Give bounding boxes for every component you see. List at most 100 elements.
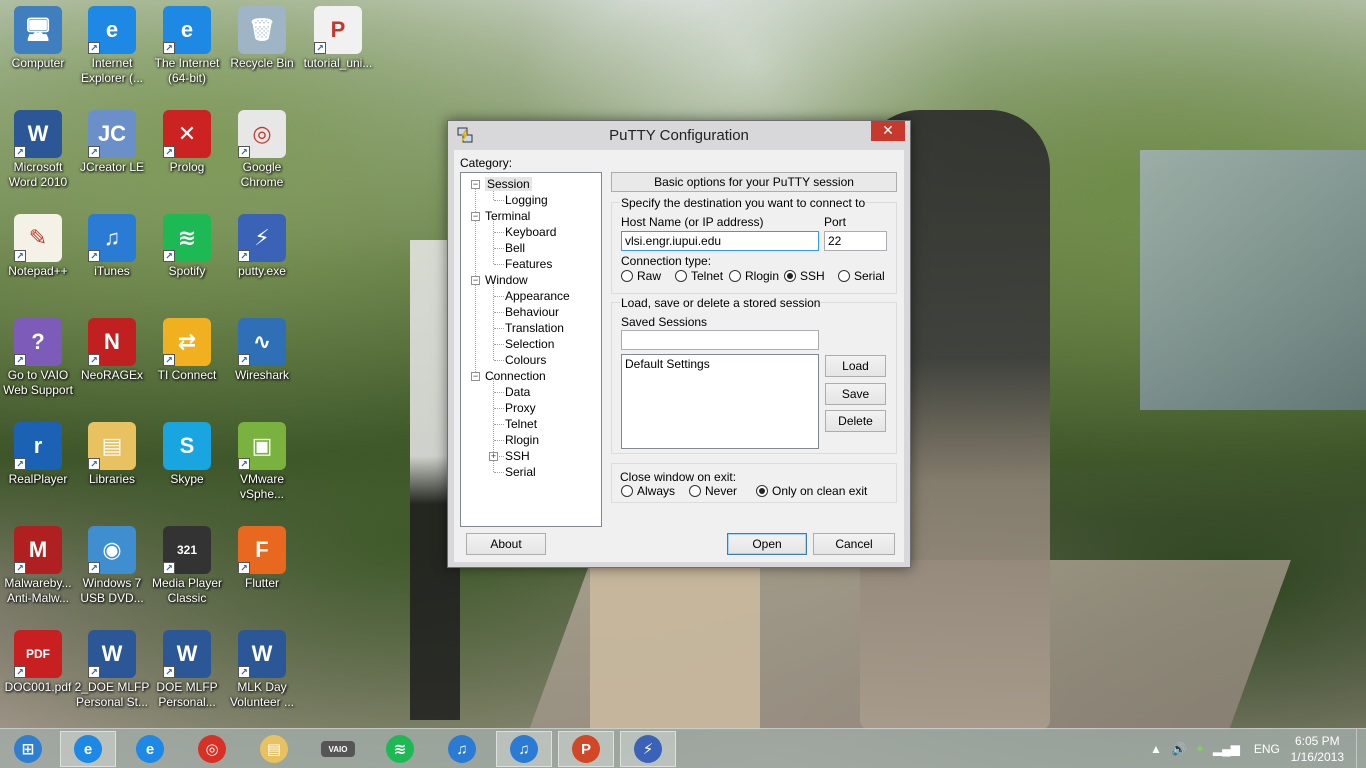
tree-item-features[interactable]: Features — [505, 257, 552, 271]
desktop-icon[interactable]: ✕ ↗ Prolog — [149, 110, 225, 175]
about-button[interactable]: About — [466, 533, 546, 555]
tray-app-icon[interactable]: ✦ — [1195, 742, 1205, 756]
desktop-icon-label: Libraries — [88, 472, 136, 486]
list-item[interactable]: Default Settings — [625, 357, 815, 371]
tree-item-telnet[interactable]: Telnet — [505, 417, 537, 431]
desktop-icon[interactable]: ∿ ↗ Wireshark — [224, 318, 300, 383]
desktop-icon[interactable]: W ↗ DOE MLFP Personal... — [149, 630, 225, 710]
network-icon[interactable]: ▂▄▆ — [1213, 742, 1240, 756]
port-input[interactable]: 22 — [824, 231, 887, 251]
tree-item-translation[interactable]: Translation — [505, 321, 564, 335]
tree-item-keyboard[interactable]: Keyboard — [505, 225, 556, 239]
desktop-icon[interactable]: r ↗ RealPlayer — [0, 422, 76, 487]
taskbar-chrome[interactable]: ◎ — [184, 731, 240, 767]
tray-overflow-icon[interactable]: ▲ — [1150, 742, 1162, 756]
tree-item-behaviour[interactable]: Behaviour — [505, 305, 559, 319]
tree-item-session[interactable]: Session — [485, 177, 532, 191]
taskbar-ie-pinned[interactable]: e — [60, 731, 116, 767]
desktop-icon[interactable]: 🖥 Computer — [0, 6, 76, 71]
save-button[interactable]: Save — [825, 383, 886, 405]
taskbar-powerpoint[interactable]: P — [558, 731, 614, 767]
tree-item-ssh[interactable]: SSH — [505, 449, 530, 463]
saved-sessions-input[interactable] — [621, 330, 819, 350]
volume-icon[interactable]: 🔊 — [1172, 742, 1187, 756]
conn-type-radio-raw[interactable]: Raw — [621, 269, 661, 283]
desktop-icon[interactable]: ≋ ↗ Spotify — [149, 214, 225, 279]
tree-item-selection[interactable]: Selection — [505, 337, 554, 351]
desktop-icon[interactable]: ♫ ↗ iTunes — [74, 214, 150, 279]
close-option-radio-only-on-clean-exit[interactable]: Only on clean exit — [756, 484, 867, 498]
desktop-icon-label: Prolog — [169, 160, 205, 174]
taskbar-explorer[interactable]: ▤ — [246, 731, 302, 767]
collapse-icon[interactable]: − — [471, 276, 480, 285]
tree-item-colours[interactable]: Colours — [505, 353, 546, 367]
taskbar-vaio[interactable]: VAIO — [310, 731, 366, 767]
language-indicator[interactable]: ENG — [1254, 742, 1280, 756]
desktop-icon-label: Wireshark — [234, 368, 289, 382]
shortcut-arrow-icon: ↗ — [163, 42, 175, 54]
desktop-icon[interactable]: 🗑 Recycle Bin — [224, 6, 300, 71]
taskbar-putty[interactable]: ⚡ — [620, 731, 676, 767]
close-option-radio-never[interactable]: Never — [689, 484, 737, 498]
taskbar-ie[interactable]: e — [122, 731, 178, 767]
tree-item-data[interactable]: Data — [505, 385, 530, 399]
app-icon: N ↗ — [88, 318, 136, 366]
desktop-icon[interactable]: W ↗ MLK Day Volunteer ... — [224, 630, 300, 710]
host-name-input[interactable]: vlsi.engr.iupui.edu — [621, 231, 819, 251]
tree-item-serial[interactable]: Serial — [505, 465, 536, 479]
desktop-icon[interactable]: ▤ ↗ Libraries — [74, 422, 150, 487]
desktop-icon[interactable]: ? ↗ Go to VAIO Web Support — [0, 318, 76, 398]
desktop-icon[interactable]: 321 ↗ Media Player Classic — [149, 526, 225, 606]
clock[interactable]: 6:05 PM 1/16/2013 — [1291, 733, 1344, 765]
desktop-icon[interactable]: PDF ↗ DOC001.pdf — [0, 630, 76, 695]
collapse-icon[interactable]: − — [471, 212, 480, 221]
show-desktop-button[interactable] — [1356, 729, 1366, 768]
collapse-icon[interactable]: − — [471, 180, 480, 189]
close-option-radio-always[interactable]: Always — [621, 484, 675, 498]
desktop-icon[interactable]: ⚡ ↗ putty.exe — [224, 214, 300, 279]
tree-item-connection[interactable]: Connection — [485, 369, 546, 383]
load-button[interactable]: Load — [825, 355, 886, 377]
tree-item-window[interactable]: Window — [485, 273, 528, 287]
desktop-icon[interactable]: e ↗ The Internet (64-bit) — [149, 6, 225, 86]
desktop-icon[interactable]: N ↗ NeoRAGEx — [74, 318, 150, 383]
category-tree[interactable]: − Session Logging − Terminal Keyboard Bell Feat… — [460, 172, 602, 527]
delete-button[interactable]: Delete — [825, 410, 886, 432]
desktop-icon[interactable]: ▣ ↗ VMware vSphe... — [224, 422, 300, 502]
taskbar-itunes[interactable]: ♫ — [434, 731, 490, 767]
taskbar-itunes-2[interactable]: ♫ — [496, 731, 552, 767]
icon-glyph: ∿ — [252, 329, 272, 354]
desktop-icon[interactable]: W ↗ 2_DOE MLFP Personal St... — [74, 630, 150, 710]
tree-item-appearance[interactable]: Appearance — [505, 289, 570, 303]
desktop-icon[interactable]: S Skype — [149, 422, 225, 487]
conn-type-radio-serial[interactable]: Serial — [838, 269, 885, 283]
taskbar-spotify[interactable]: ≋ — [372, 731, 428, 767]
tree-item-bell[interactable]: Bell — [505, 241, 525, 255]
desktop-icon[interactable]: ◉ ↗ Windows 7 USB DVD... — [74, 526, 150, 606]
app-icon: 🖥 — [14, 6, 62, 54]
tree-item-proxy[interactable]: Proxy — [505, 401, 536, 415]
tree-item-logging[interactable]: Logging — [505, 193, 548, 207]
desktop-icon[interactable]: ⇄ ↗ TI Connect — [149, 318, 225, 383]
cancel-button[interactable]: Cancel — [813, 533, 895, 555]
sessions-listbox[interactable]: Default Settings — [621, 354, 819, 449]
conn-type-radio-rlogin[interactable]: Rlogin — [729, 269, 779, 283]
tree-item-rlogin[interactable]: Rlogin — [505, 433, 539, 447]
open-button[interactable]: Open — [727, 533, 807, 555]
desktop-icon[interactable]: M ↗ Malwareby... Anti-Malw... — [0, 526, 76, 606]
desktop-icon[interactable]: ✎ ↗ Notepad++ — [0, 214, 76, 279]
close-button[interactable]: ✕ — [871, 121, 905, 141]
tree-item-terminal[interactable]: Terminal — [485, 209, 530, 223]
titlebar[interactable]: PuTTY Configuration ✕ — [448, 121, 910, 149]
desktop-icon[interactable]: W ↗ Microsoft Word 2010 — [0, 110, 76, 190]
desktop-icon[interactable]: P ↗ tutorial_uni... — [300, 6, 376, 71]
desktop-icon[interactable]: F ↗ Flutter — [224, 526, 300, 591]
start-button[interactable]: ⊞ — [0, 731, 56, 767]
desktop-icon[interactable]: e ↗ Internet Explorer (... — [74, 6, 150, 86]
conn-type-radio-ssh[interactable]: SSH — [784, 269, 825, 283]
collapse-icon[interactable]: − — [471, 372, 480, 381]
desktop-icon[interactable]: JC ↗ JCreator LE — [74, 110, 150, 175]
expand-icon[interactable]: + — [489, 452, 498, 461]
conn-type-radio-telnet[interactable]: Telnet — [675, 269, 723, 283]
desktop-icon[interactable]: ◎ ↗ Google Chrome — [224, 110, 300, 190]
